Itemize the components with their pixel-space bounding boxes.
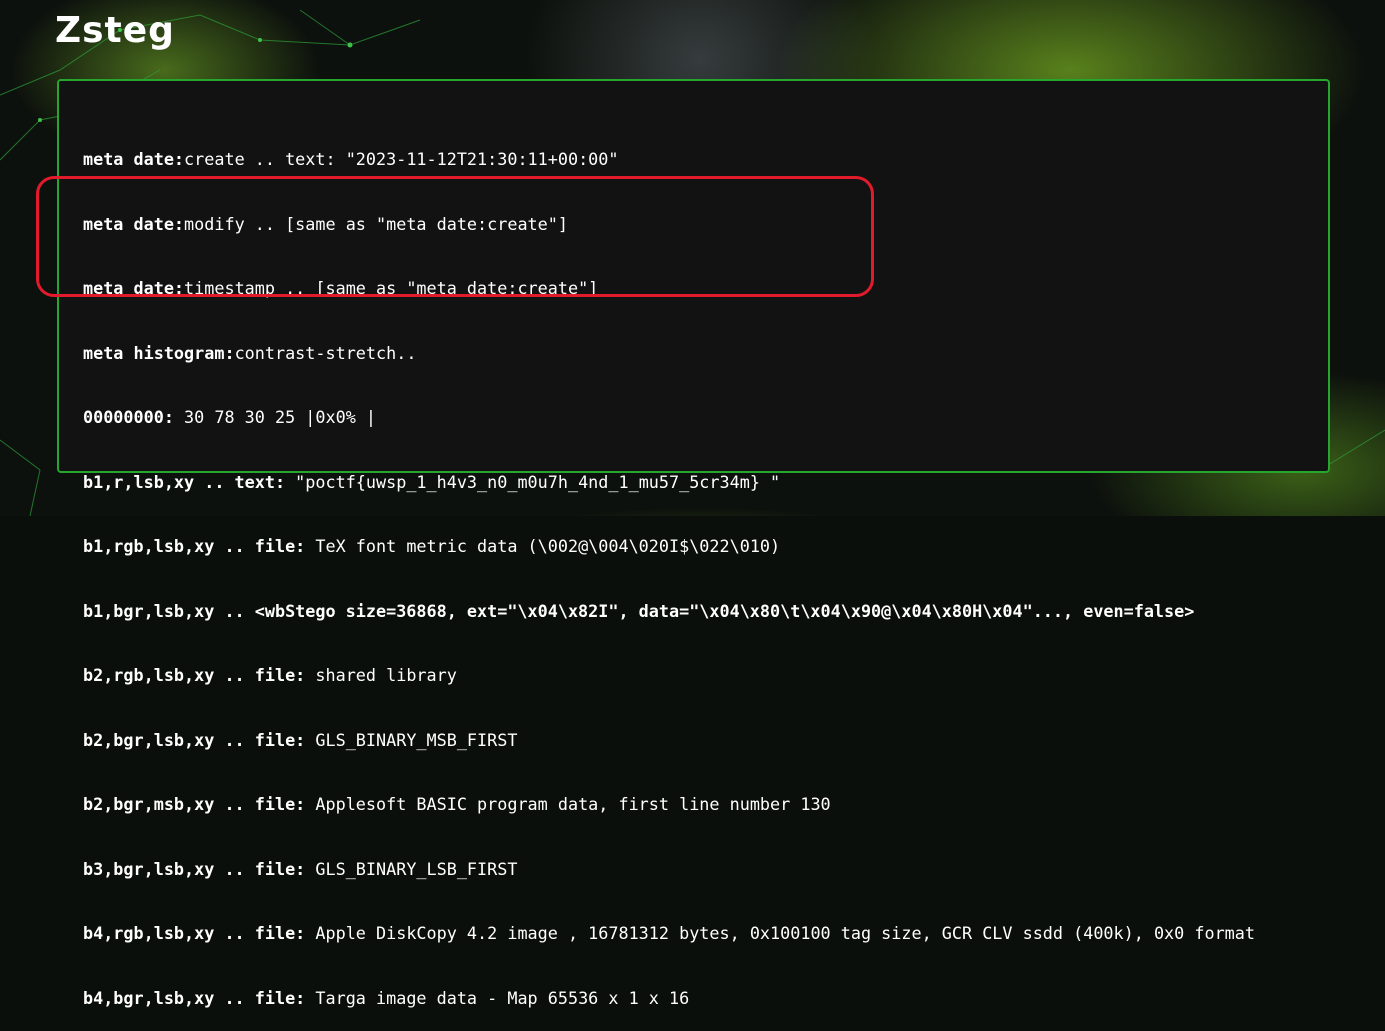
line-key: b1,bgr,lsb,xy .. <wbStego size=36868, ex… bbox=[83, 600, 1195, 621]
line-key: meta date: bbox=[83, 278, 185, 298]
output-line: b4,rgb,lsb,xy .. file: Apple DiskCopy 4.… bbox=[83, 923, 1293, 945]
line-value: contrast-stretch.. bbox=[234, 342, 417, 363]
output-line: b2,rgb,lsb,xy .. file: shared library bbox=[83, 665, 1293, 687]
line-key: 00000000: bbox=[83, 407, 174, 427]
line-value: TeX font metric data (\002@\004\020I$\02… bbox=[305, 536, 781, 556]
page-title: Zsteg bbox=[55, 10, 175, 51]
line-key: b2,rgb,lsb,xy .. file: bbox=[83, 665, 306, 685]
line-key: b4,rgb,lsb,xy .. file: bbox=[83, 923, 306, 943]
line-key: b1,r,lsb,xy .. text: bbox=[83, 471, 286, 492]
output-line: meta date:modify .. [same as "meta date:… bbox=[83, 214, 1293, 236]
line-value: "poctf{uwsp_1_h4v3_n0_m0u7h_4nd_1_mu57_5… bbox=[285, 471, 781, 492]
line-key: b1,rgb,lsb,xy .. file: bbox=[83, 536, 306, 556]
line-value: GLS_BINARY_MSB_FIRST bbox=[305, 729, 518, 750]
output-line: b2,bgr,lsb,xy .. file: GLS_BINARY_MSB_FI… bbox=[83, 730, 1293, 752]
line-value: create .. text: "2023-11-12T21:30:11+00:… bbox=[184, 149, 619, 169]
zsteg-output: meta date:create .. text: "2023-11-12T21… bbox=[83, 106, 1293, 1031]
line-value: modify .. [same as "meta date:create"] bbox=[184, 213, 568, 234]
line-value: 30 78 30 25 |0x0% | bbox=[173, 407, 377, 427]
output-line: b1,rgb,lsb,xy .. file: TeX font metric d… bbox=[83, 536, 1293, 558]
output-line: meta date:create .. text: "2023-11-12T21… bbox=[83, 149, 1293, 171]
output-line: meta histogram:contrast-stretch.. bbox=[83, 343, 1293, 365]
line-value: shared library bbox=[305, 665, 457, 685]
line-key: meta histogram: bbox=[83, 342, 235, 363]
line-key: b3,bgr,lsb,xy .. file: bbox=[83, 858, 306, 879]
line-key: b2,bgr,msb,xy .. file: bbox=[83, 794, 306, 814]
output-line: b2,bgr,msb,xy .. file: Applesoft BASIC p… bbox=[83, 794, 1293, 816]
line-value: GLS_BINARY_LSB_FIRST bbox=[305, 858, 518, 879]
line-value: Targa image data - Map 65536 x 1 x 16 bbox=[305, 987, 690, 1008]
output-line: meta date:timestamp .. [same as "meta da… bbox=[83, 278, 1293, 300]
line-key: b2,bgr,lsb,xy .. file: bbox=[83, 729, 306, 750]
output-line: b3,bgr,lsb,xy .. file: GLS_BINARY_LSB_FI… bbox=[83, 859, 1293, 881]
output-line: b4,bgr,lsb,xy .. file: Targa image data … bbox=[83, 988, 1293, 1010]
flag-line: b1,r,lsb,xy .. text: "poctf{uwsp_1_h4v3_… bbox=[83, 472, 1293, 494]
output-line: 00000000: 30 78 30 25 |0x0% | bbox=[83, 407, 1293, 429]
line-key: b4,bgr,lsb,xy .. file: bbox=[83, 987, 306, 1008]
output-line: b1,bgr,lsb,xy .. <wbStego size=36868, ex… bbox=[83, 601, 1293, 623]
line-value: timestamp .. [same as "meta date:create"… bbox=[184, 278, 599, 298]
line-value: Applesoft BASIC program data, first line… bbox=[305, 794, 831, 814]
line-key: meta date: bbox=[83, 213, 185, 234]
line-value: Apple DiskCopy 4.2 image , 16781312 byte… bbox=[305, 923, 1255, 943]
line-key: meta date: bbox=[83, 149, 185, 169]
